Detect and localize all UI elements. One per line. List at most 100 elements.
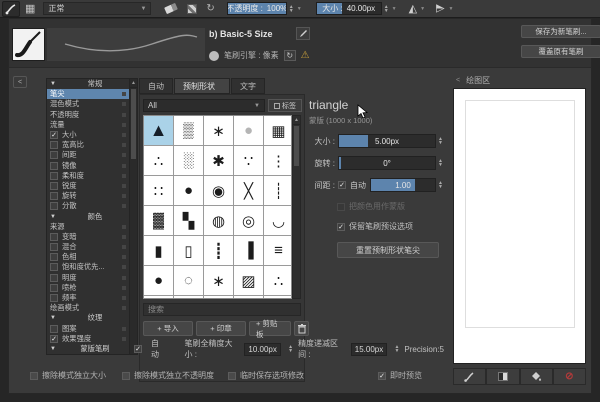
brush-tip-cell[interactable]: ✱ [204,146,233,175]
option-row-check[interactable]: 混合 [47,242,129,252]
tab-text[interactable]: 文字 [231,78,265,94]
brush-tip-cell[interactable]: ┋ [204,236,233,265]
search-input[interactable]: 搜索 [143,303,301,316]
option-row-plain[interactable]: 来源 [47,222,129,232]
reload-engine-button[interactable]: ↻ [283,50,296,61]
brush-tip-cell[interactable]: ▯ [174,236,203,265]
brush-tip-cell[interactable]: ▓ [144,206,173,235]
brush-tip-cell[interactable]: ◍ [204,206,233,235]
scratchpad-canvas[interactable] [453,88,586,364]
scrollbar-thumb[interactable] [131,89,136,159]
brush-tip-cell[interactable]: ∗ [204,116,233,145]
brush-tip-cell[interactable]: ● [174,176,203,205]
use-color-as-mask-checkbox[interactable] [337,202,345,211]
fade-spinbox[interactable]: 15.00px [350,342,388,356]
option-row-check[interactable]: 频率 [47,293,129,303]
option-checkbox[interactable] [50,171,58,180]
overwrite-preset-button[interactable]: 覆盖原有笔刷 [521,45,600,58]
clipboard-button[interactable]: + 剪贴板 [249,319,291,339]
rotation-spinner[interactable]: ▲ ▼ [438,159,443,168]
erase-opacity-checkbox[interactable] [122,371,130,380]
brush-tip-cell[interactable]: ▐ [234,236,263,265]
brush-tip-cell[interactable]: ◌ [174,266,203,295]
option-checkbox[interactable] [50,232,58,241]
option-row-check[interactable]: 柔和度 [47,171,129,181]
option-list-scrollbar[interactable]: ▲ [129,79,137,354]
opacity-spinner[interactable]: ▲ ▼ [289,4,294,13]
tip-size-slider[interactable]: 5.00px [338,134,437,148]
scrollbar-thumb[interactable] [294,126,299,166]
option-checkbox[interactable] [50,192,58,201]
mirror-vertical-chevron-icon[interactable]: ▼ [449,6,454,12]
brush-tip-cell[interactable]: ∗ [204,266,233,295]
option-row-header[interactable]: ▼ 纹理 [47,313,129,323]
option-row-check[interactable]: 变暗 [47,232,129,242]
brush-tip-cell[interactable]: ◉ [204,176,233,205]
option-row-check[interactable]: 宽高比 [47,140,129,150]
brush-tip-cell[interactable]: ∴ [264,266,291,295]
brush-tip-cell[interactable]: ∵ [264,296,291,298]
opacity-slider[interactable]: 不透明度 :100% [226,2,287,15]
option-row-plain[interactable]: 不透明度 [47,110,129,120]
option-row-check[interactable]: 分散 [47,201,129,211]
mirror-vertical-icon[interactable]: ◭ [435,2,447,15]
option-row-check[interactable]: 锐度 [47,181,129,191]
option-checkbox[interactable] [50,324,58,333]
brush-tip-cell[interactable]: ● [144,266,173,295]
brush-tip-cell[interactable]: ◎ [234,206,263,235]
scroll-up-icon[interactable]: ▲ [293,116,300,125]
option-row-check[interactable]: 镜像 [47,161,129,171]
full-size-spinbox[interactable]: 10.00px [244,342,282,356]
collapse-presets-button[interactable]: < [13,76,27,88]
auto-spacing-checkbox[interactable] [338,181,346,189]
size-spinner[interactable]: ▲ ▼ [384,4,389,13]
preserve-alpha-icon[interactable] [187,3,198,14]
option-row-check[interactable]: 间距 [47,150,129,160]
option-row-check[interactable]: 喷枪 [47,283,129,293]
preset-chooser-button[interactable]: ▦ [25,1,35,17]
option-checkbox[interactable] [50,273,58,282]
option-checkbox[interactable] [50,181,58,190]
brush-tip-cell[interactable]: ▚ [174,206,203,235]
import-button[interactable]: + 导入 [143,321,193,336]
reset-tip-button[interactable]: 重置预制形状笔尖 [337,242,439,258]
auto-precision-checkbox[interactable] [134,345,142,353]
option-row-plain[interactable]: 流量 [47,120,129,130]
scratchpad-paint-button[interactable] [453,368,487,385]
option-row-check[interactable]: 饱和度优先... [47,262,129,272]
option-row-header[interactable]: ▼ 颜色 [47,211,129,221]
erase-size-checkbox[interactable] [30,371,38,380]
scroll-up-icon[interactable]: ▲ [130,79,137,88]
reload-preset-icon[interactable]: ↻ [206,3,214,14]
brush-editor-toggle-button[interactable] [2,0,20,17]
brush-tip-cell[interactable]: ╳ [234,176,263,205]
rotation-slider[interactable]: 0° [338,156,437,170]
option-checkbox[interactable] [50,151,58,160]
option-checkbox[interactable] [50,334,58,343]
tip-size-spinner[interactable]: ▲ ▼ [438,137,443,146]
brush-tip-cell[interactable]: ∴ [144,146,173,175]
save-new-preset-button[interactable]: 保存为新笔刷... [521,25,600,38]
option-row-check[interactable]: 旋转 [47,191,129,201]
rename-preset-button[interactable] [296,27,310,40]
scratchpad-fill-preset-button[interactable] [486,368,520,385]
brush-tip-cell[interactable]: ≡ [264,236,291,265]
option-row-header[interactable]: ▼ 常规 [47,79,129,89]
option-row-check[interactable]: 大小 [47,130,129,140]
blend-mode-select[interactable]: 正常 ▼ [43,2,152,15]
option-row-plain[interactable]: 笔尖 [47,89,129,100]
brush-tip-cell[interactable]: ╍ [234,296,263,298]
tab-predefined[interactable]: 预制形状 [174,78,230,94]
brush-tip-cell[interactable]: ▨ [234,266,263,295]
instant-preview-checkbox[interactable] [378,371,386,380]
brush-tip-cell[interactable]: ∵ [234,146,263,175]
option-checkbox[interactable] [50,243,58,252]
temp-save-checkbox[interactable] [228,371,236,380]
brush-tip-cell[interactable]: ▮ [144,236,173,265]
brush-tip-cell[interactable]: ▲ [144,116,173,145]
option-row-check[interactable]: 图案 [47,324,129,334]
delete-tip-button[interactable] [294,321,309,336]
spacing-spinner[interactable]: ▲ ▼ [438,181,443,190]
brush-tip-cell[interactable]: ▦ [264,116,291,145]
tag-filter-select[interactable]: All ▼ [143,99,265,112]
